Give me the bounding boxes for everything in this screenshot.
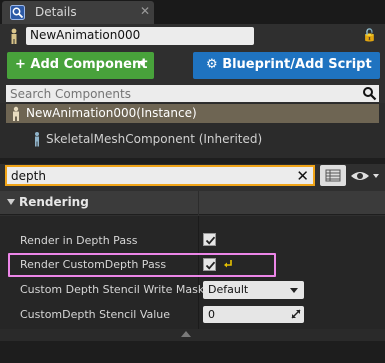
tree-item-skeletal-mesh[interactable]: SkeletalMeshComponent (Inherited)	[46, 132, 262, 146]
collapse-arrow-icon[interactable]	[181, 331, 191, 337]
details-filter-box[interactable]: ✕	[5, 165, 315, 186]
property-label: Render CustomDepth Pass	[20, 258, 167, 271]
chevron-down-icon	[290, 288, 298, 293]
property-label: Render in Depth Pass	[20, 234, 138, 247]
render-customdepth-pass-checkbox[interactable]	[203, 258, 216, 271]
skeletal-mesh-icon	[35, 132, 39, 147]
component-search-box[interactable]	[6, 85, 379, 102]
add-component-button[interactable]: + Add Component	[7, 52, 154, 79]
checkmark-icon	[205, 236, 216, 245]
lock-icon[interactable]: 🔓	[362, 28, 378, 44]
chevron-down-icon	[138, 61, 146, 66]
eye-icon	[351, 172, 379, 180]
category-label: Rendering	[19, 195, 89, 209]
list-view-icon	[325, 169, 341, 182]
blueprint-add-script-button[interactable]: ⚙ Blueprint/Add Script	[193, 52, 380, 79]
visibility-options-button[interactable]	[349, 166, 381, 186]
checkmark-icon	[205, 261, 216, 270]
stencil-value-input[interactable]: 0	[203, 306, 304, 323]
details-search-input[interactable]	[11, 168, 291, 183]
property-label: Custom Depth Stencil Write Mask	[20, 283, 205, 296]
expand-arrow-icon[interactable]	[7, 199, 15, 205]
view-options-button[interactable]	[320, 165, 346, 186]
tree-root-label: NewAnimation000(Instance)	[26, 106, 197, 120]
panel-footer	[0, 341, 385, 363]
tab-details[interactable]: Details ✕	[2, 1, 154, 24]
actor-instance-icon	[13, 106, 19, 121]
gears-icon: ⚙	[206, 57, 218, 72]
advanced-expander[interactable]	[0, 329, 385, 341]
panel-divider[interactable]	[0, 158, 385, 164]
details-magnifier-icon	[10, 5, 25, 20]
column-splitter	[198, 191, 199, 215]
render-in-depth-pass-checkbox[interactable]	[203, 233, 216, 246]
stencil-write-mask-dropdown[interactable]: Default	[203, 281, 304, 299]
add-component-label: + Add Component	[15, 57, 148, 72]
close-icon[interactable]: ✕	[140, 4, 150, 18]
numeric-value: 0	[208, 308, 215, 321]
tab-strip: Details ✕	[0, 0, 385, 24]
search-icon[interactable]	[362, 86, 377, 101]
drag-arrows-icon	[291, 309, 301, 319]
component-search-input[interactable]	[10, 86, 350, 101]
reset-to-default-icon[interactable]	[223, 258, 233, 268]
blueprint-label: Blueprint/Add Script	[222, 57, 372, 72]
actor-name-field[interactable]: NewAnimation000	[26, 27, 254, 45]
clear-search-icon[interactable]: ✕	[296, 167, 309, 185]
property-label: CustomDepth Stencil Value	[20, 308, 171, 321]
tree-row-root[interactable]: NewAnimation000(Instance)	[6, 104, 379, 123]
category-rendering[interactable]: Rendering	[0, 191, 385, 215]
dropdown-value: Default	[208, 283, 249, 296]
actor-person-icon	[11, 28, 17, 44]
tab-title: Details	[35, 5, 77, 19]
